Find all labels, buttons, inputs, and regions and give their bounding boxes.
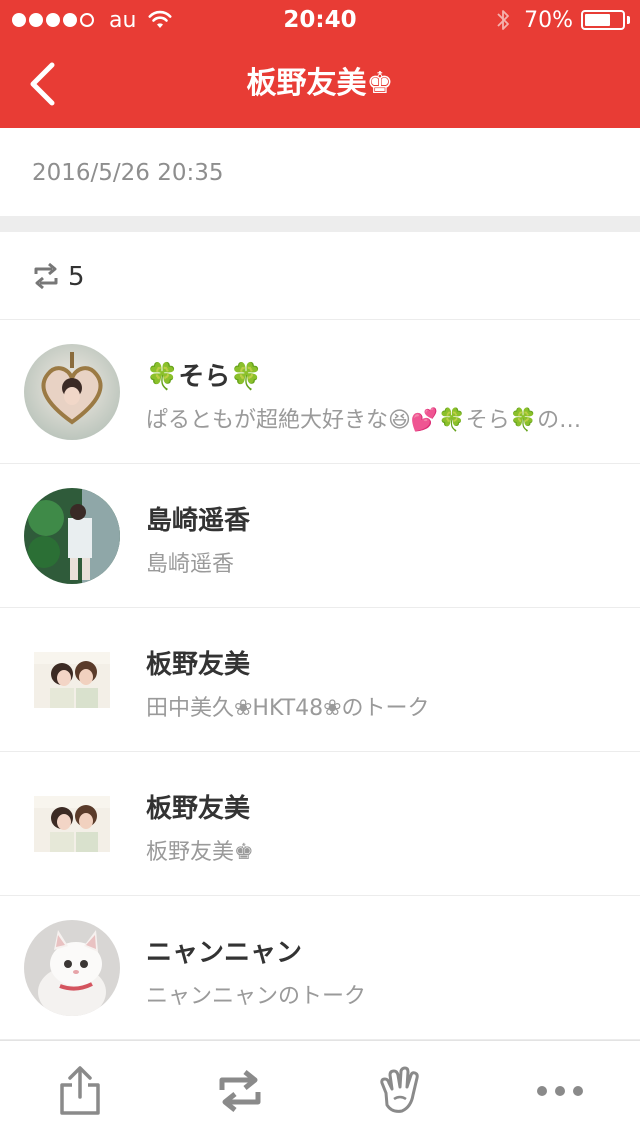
list-item[interactable]: 板野友美 板野友美♚	[0, 752, 640, 896]
avatar-image	[24, 920, 120, 1016]
avatar	[34, 796, 110, 852]
repost-button[interactable]	[212, 1063, 268, 1119]
battery-icon	[581, 10, 625, 30]
battery-nub	[627, 16, 630, 24]
screen: au 20:40 70% 板野友美♚ 2016/5/26 20:35 5 🍀そら…	[0, 0, 640, 1136]
list-item[interactable]: 島崎遥香 島崎遥香	[0, 464, 640, 608]
back-button[interactable]	[18, 60, 66, 108]
user-subtitle: ニャンニャンのトーク	[146, 984, 367, 1009]
reposter-list: 🍀そら🍀 ぱるともが超絶大好きな😆💕🍀そら🍀の… 島崎遥香 島崎遥香 板野友美 …	[0, 320, 640, 1040]
avatar-image	[24, 344, 120, 440]
post-timestamp: 2016/5/26 20:35	[32, 160, 224, 186]
avatar-image	[34, 796, 110, 852]
battery-indicator: 70%	[496, 0, 630, 40]
user-subtitle: 島崎遥香	[146, 552, 235, 577]
chevron-left-icon	[30, 62, 55, 106]
clap-button[interactable]	[372, 1063, 428, 1119]
page-title: 板野友美♚	[246, 66, 394, 101]
user-name: 板野友美	[146, 794, 251, 824]
bluetooth-icon	[497, 10, 509, 30]
more-button[interactable]	[532, 1063, 588, 1119]
list-item[interactable]: ニャンニャン ニャンニャンのトーク	[0, 896, 640, 1040]
repost-icon	[34, 262, 58, 290]
user-subtitle: 板野友美♚	[146, 840, 254, 865]
user-subtitle: 田中美久❀HKT48❀のトーク	[146, 696, 430, 721]
avatar-image	[34, 652, 110, 708]
avatar	[24, 920, 120, 1016]
navigation-bar: 板野友美♚	[0, 40, 640, 128]
share-button[interactable]	[52, 1063, 108, 1119]
avatar-image	[24, 488, 120, 584]
user-name: ニャンニャン	[146, 938, 303, 968]
list-item[interactable]: 🍀そら🍀 ぱるともが超絶大好きな😆💕🍀そら🍀の…	[0, 320, 640, 464]
post-timestamp-row: 2016/5/26 20:35	[0, 128, 640, 216]
share-icon	[60, 1066, 100, 1115]
section-separator	[0, 216, 640, 232]
more-icon	[537, 1086, 583, 1096]
repost-count-row: 5	[0, 232, 640, 320]
user-name: 板野友美	[146, 650, 251, 680]
status-bar: au 20:40 70%	[0, 0, 640, 40]
battery-percent: 70%	[524, 7, 573, 33]
avatar	[34, 652, 110, 708]
clap-hand-icon	[380, 1066, 419, 1113]
user-name: 🍀そら🍀	[146, 362, 263, 392]
bottom-toolbar	[0, 1040, 640, 1136]
avatar	[24, 488, 120, 584]
avatar	[24, 344, 120, 440]
list-item[interactable]: 板野友美 田中美久❀HKT48❀のトーク	[0, 608, 640, 752]
user-name: 島崎遥香	[146, 506, 251, 536]
user-subtitle: ぱるともが超絶大好きな😆💕🍀そら🍀の…	[146, 408, 582, 433]
repost-icon	[219, 1070, 261, 1112]
repost-count: 5	[68, 262, 85, 292]
battery-fill	[585, 14, 611, 26]
